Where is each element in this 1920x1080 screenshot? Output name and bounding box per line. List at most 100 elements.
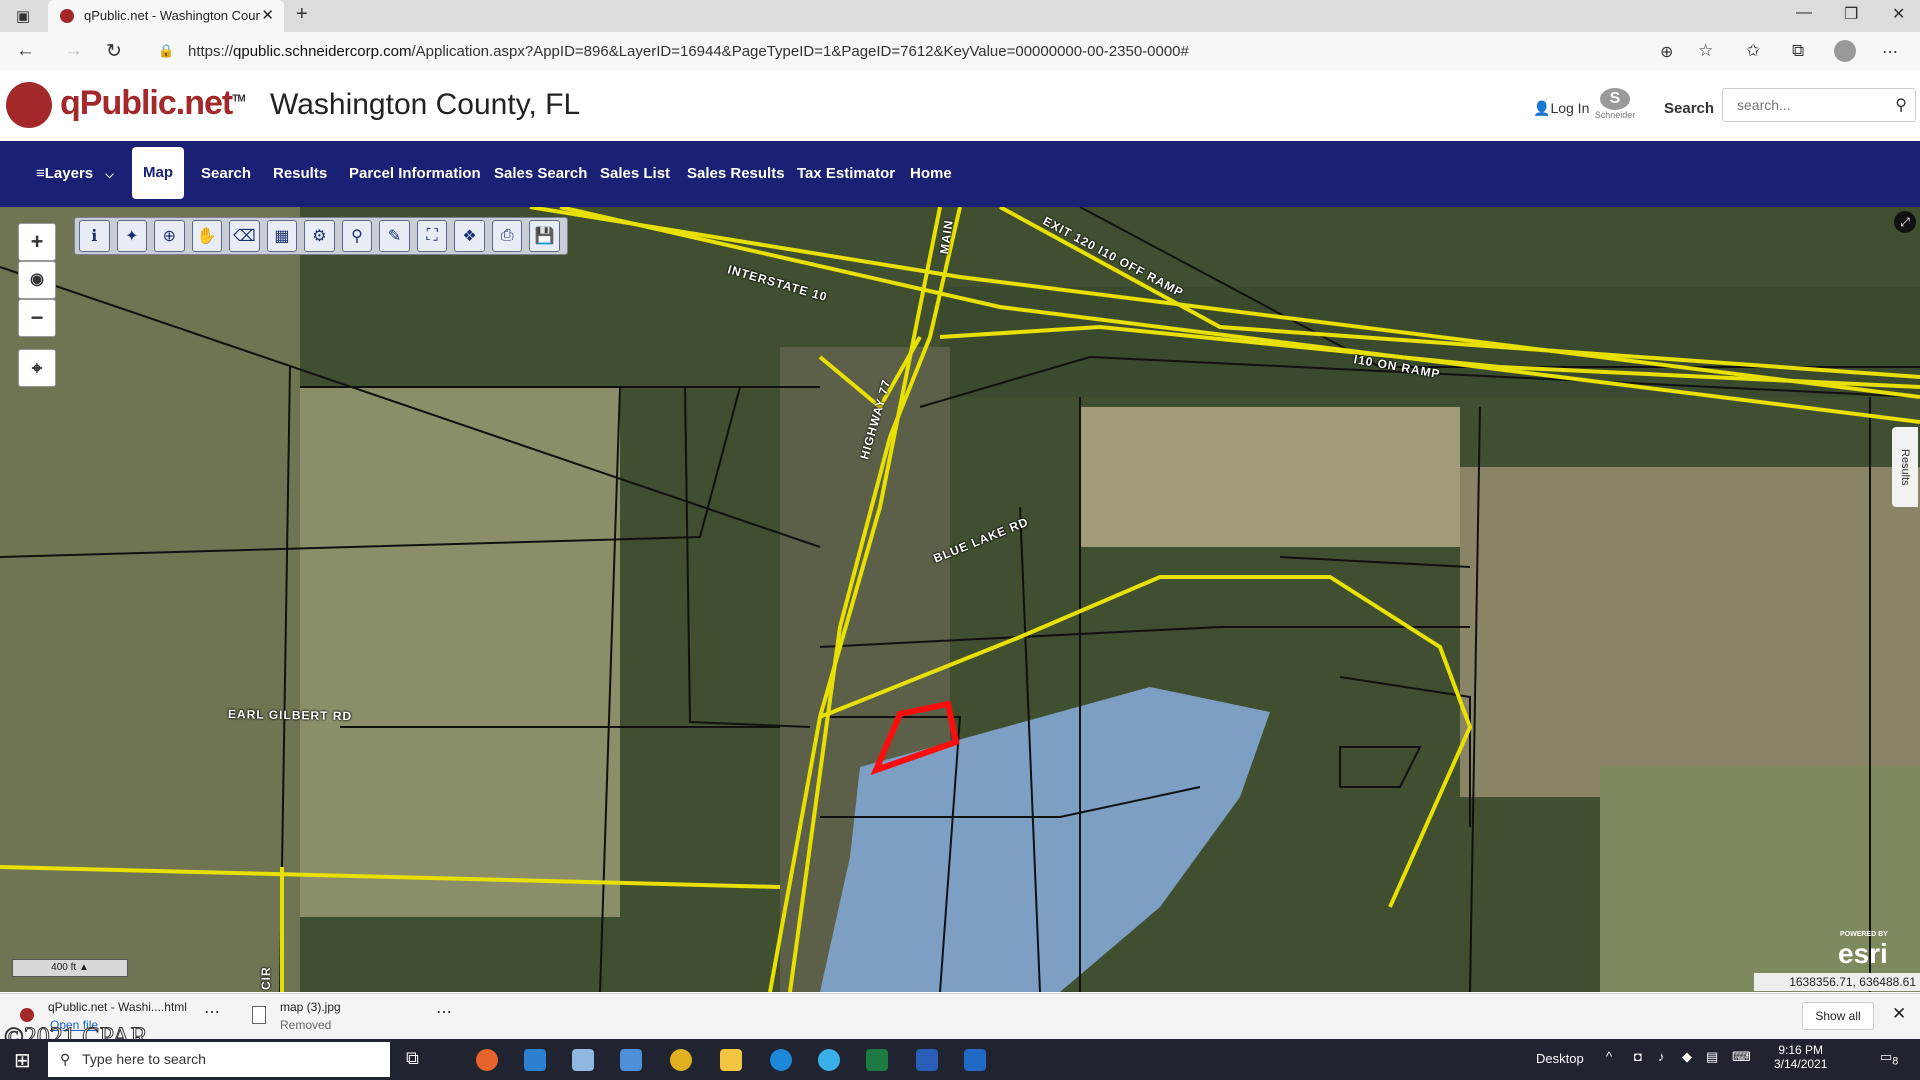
nav-sales-list[interactable]: Sales List: [600, 165, 670, 182]
map-viewport[interactable]: INTERSTATE 10 EXIT 120 I10 OFF RAMP I10 …: [0, 207, 1920, 992]
full-extent-tool-icon[interactable]: ⛶: [416, 220, 448, 252]
nav-sales-search[interactable]: Sales Search: [494, 165, 587, 182]
nav-results[interactable]: Results: [273, 165, 327, 182]
aerial-imagery: [0, 207, 1920, 992]
eraser-tool-icon[interactable]: ⌫: [229, 220, 260, 252]
remote-app-icon[interactable]: [620, 1049, 642, 1071]
zoom-in-button[interactable]: +: [18, 223, 56, 261]
clock[interactable]: 9:16 PM 3/14/2021: [1774, 1043, 1827, 1071]
desktop-toolbar[interactable]: Desktop: [1536, 1051, 1584, 1066]
url-prefix: https://: [188, 43, 234, 60]
results-side-tab[interactable]: Results: [1892, 427, 1918, 507]
close-tab-icon[interactable]: ✕: [261, 6, 274, 24]
site-header: qPublic.netTM Washington County, FL 👤Log…: [0, 70, 1920, 142]
close-window-icon[interactable]: ✕: [1892, 4, 1905, 24]
network-icon[interactable]: ▤: [1706, 1049, 1718, 1065]
edge-icon[interactable]: [770, 1049, 792, 1071]
browser-tab[interactable]: qPublic.net - Washington County ✕: [48, 0, 284, 32]
lock-icon[interactable]: 🔒: [158, 43, 174, 59]
scale-bar[interactable]: 400 ft ▲: [12, 959, 128, 977]
label-cir: D CIR: [259, 966, 273, 992]
qpublic-logo-icon[interactable]: [6, 82, 52, 128]
minimize-icon[interactable]: —: [1796, 4, 1812, 22]
taskbar-search-icon: ⚲: [60, 1051, 71, 1067]
refresh-icon[interactable]: ↻: [106, 40, 122, 63]
layers-icon: ≡: [36, 165, 45, 182]
header-search-box[interactable]: ⚲: [1722, 88, 1916, 122]
collections-icon[interactable]: ⧉: [1792, 41, 1804, 61]
notifications-icon[interactable]: ▭8: [1880, 1049, 1898, 1068]
draw-tool-icon[interactable]: ✎: [379, 220, 410, 252]
buffer-tool-icon[interactable]: ▦: [266, 220, 298, 252]
chrome-icon[interactable]: [670, 1049, 692, 1071]
more-menu-icon[interactable]: ⋯: [1882, 42, 1898, 62]
dropbox-icon[interactable]: ◆: [1682, 1049, 1692, 1065]
file-explorer-icon[interactable]: [720, 1049, 742, 1071]
expand-icon[interactable]: ⤢: [1894, 211, 1916, 233]
url-field[interactable]: https://qpublic.schneidercorp.com/Applic…: [188, 40, 1698, 64]
nav-parcel-information[interactable]: Parcel Information: [349, 165, 481, 182]
windows-taskbar: ⊞ ⚲ Type here to search ⧉ Desktop ^ ◘ ♪ …: [0, 1039, 1920, 1080]
esri-powered: POWERED BY: [1839, 931, 1888, 938]
nav-sales-results[interactable]: Sales Results: [687, 165, 785, 182]
identify-tool-icon[interactable]: ℹ: [79, 220, 110, 252]
download-item-2-more-icon[interactable]: ⋯: [436, 1002, 452, 1022]
tray-chevron-icon[interactable]: ^: [1606, 1049, 1612, 1064]
firefox-icon[interactable]: [476, 1049, 498, 1071]
zoom-icon[interactable]: ⊕: [1660, 42, 1673, 62]
zoom-in-tool-icon[interactable]: ⊕: [154, 220, 185, 252]
ie-icon[interactable]: [818, 1049, 840, 1071]
esri-text: esri: [1838, 938, 1888, 969]
layers-tool-icon[interactable]: ❖: [454, 220, 485, 252]
nav-tax-estimator[interactable]: Tax Estimator: [797, 165, 895, 182]
login-link[interactable]: 👤Log In: [1533, 100, 1589, 117]
search-map-tool-icon[interactable]: ⚲: [341, 220, 373, 252]
profile-avatar[interactable]: [1834, 40, 1856, 62]
outlook-icon[interactable]: [964, 1049, 986, 1071]
keyboard-icon[interactable]: ⌨: [1732, 1049, 1751, 1065]
image-file-icon: [252, 1006, 266, 1024]
tab-title: qPublic.net - Washington County: [84, 8, 260, 23]
url-domain: qpublic.schneidercorp.com: [233, 43, 412, 60]
excel-icon[interactable]: [866, 1049, 888, 1071]
new-tab-button[interactable]: +: [296, 3, 308, 26]
maximize-icon[interactable]: ❐: [1844, 4, 1858, 24]
save-tool-icon[interactable]: 💾: [529, 220, 560, 252]
download-item-1-name[interactable]: qPublic.net - Washi....html: [48, 1000, 187, 1014]
back-icon[interactable]: ←: [16, 40, 35, 62]
volume-icon[interactable]: ♪: [1658, 1049, 1665, 1064]
favorite-star-icon[interactable]: ☆: [1698, 41, 1713, 61]
download-file-icon: [20, 1008, 34, 1022]
taskbar-search[interactable]: ⚲ Type here to search: [48, 1042, 390, 1077]
feather-app-icon[interactable]: [572, 1049, 594, 1071]
schneider-logo[interactable]: S Schneider: [1593, 88, 1637, 124]
nav-home[interactable]: Home: [910, 165, 952, 182]
qpublic-logo[interactable]: qPublic.netTM: [60, 84, 246, 123]
pan-tool-icon[interactable]: ✋: [191, 220, 223, 252]
task-view-icon[interactable]: ⧉: [406, 1048, 419, 1069]
close-downloads-icon[interactable]: ✕: [1892, 1004, 1906, 1024]
zoom-out-button[interactable]: −: [18, 299, 56, 337]
select-tool-icon[interactable]: ✦: [116, 220, 148, 252]
nav-layers[interactable]: ≡Layers ⌵: [36, 165, 114, 182]
favorites-icon[interactable]: ✩: [1746, 41, 1760, 61]
download-item-2-name[interactable]: map (3).jpg: [280, 1000, 341, 1014]
print-tool-icon[interactable]: ⎙: [491, 220, 523, 252]
app-icon[interactable]: [524, 1049, 546, 1071]
locate-icon[interactable]: ⌖: [18, 349, 56, 387]
download-item-1-more-icon[interactable]: ⋯: [204, 1002, 220, 1022]
nav-map[interactable]: Map: [132, 147, 184, 199]
windows-start-icon[interactable]: ⊞: [14, 1048, 31, 1073]
show-all-button[interactable]: Show all: [1802, 1002, 1874, 1030]
downloads-bar: qPublic.net - Washi....html Open file ⋯ …: [0, 993, 1920, 1040]
globe-icon[interactable]: ◉: [18, 261, 56, 299]
nav-search[interactable]: Search: [201, 165, 251, 182]
search-icon[interactable]: ⚲: [1895, 95, 1907, 115]
forward-icon[interactable]: →: [64, 40, 83, 62]
clock-date: 3/14/2021: [1774, 1057, 1828, 1071]
tab-actions-icon[interactable]: ▣: [16, 7, 30, 25]
camera-icon[interactable]: ◘: [1634, 1049, 1642, 1064]
word-icon[interactable]: [916, 1049, 938, 1071]
header-search-input[interactable]: [1735, 89, 1889, 121]
measure-tool-icon[interactable]: ⚙: [304, 220, 335, 252]
